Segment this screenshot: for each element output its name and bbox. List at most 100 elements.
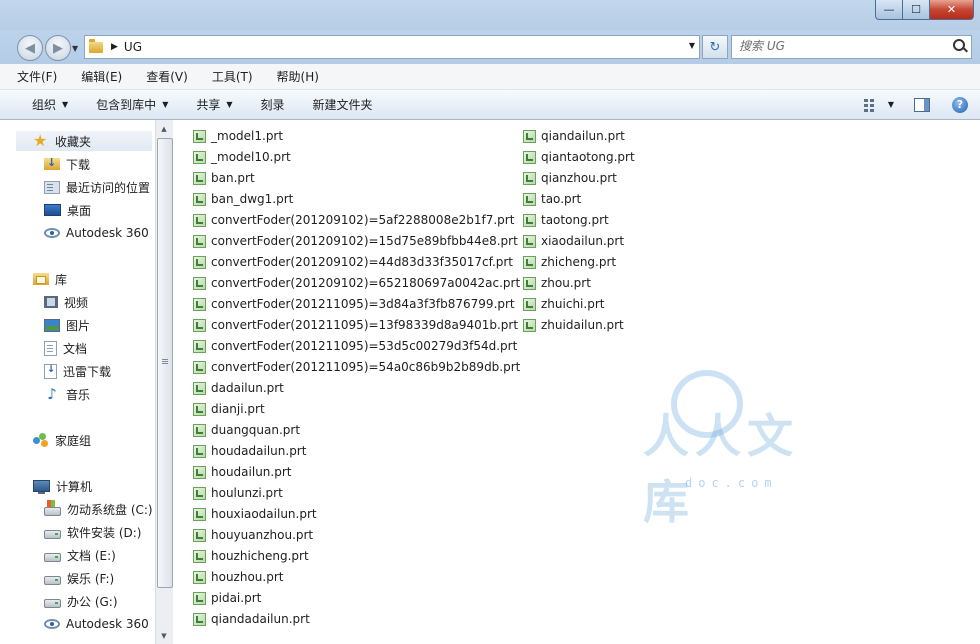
file-item[interactable]: houdailun.prt bbox=[193, 462, 291, 482]
sidebar-item-autodesk-360-2[interactable]: Autodesk 360 bbox=[44, 614, 149, 634]
file-item[interactable]: ban_dwg1.prt bbox=[193, 189, 293, 209]
preview-pane-icon[interactable] bbox=[914, 97, 930, 112]
sidebar-item-label: 软件安装 (D:) bbox=[67, 525, 142, 540]
file-item[interactable]: houyuanzhou.prt bbox=[193, 525, 313, 545]
scroll-up-icon[interactable]: ▲ bbox=[156, 120, 172, 137]
recent-pages-dropdown[interactable]: ▼ bbox=[72, 44, 78, 53]
file-item[interactable]: pidai.prt bbox=[193, 588, 261, 608]
file-item[interactable]: houzhou.prt bbox=[193, 567, 283, 587]
refresh-button[interactable]: ↻ bbox=[702, 35, 728, 59]
file-item[interactable]: tao.prt bbox=[523, 189, 581, 209]
file-item[interactable]: convertFoder(201211095)=3d84a3f3fb876799… bbox=[193, 294, 515, 314]
sidebar-item-libraries[interactable]: 库 bbox=[33, 269, 67, 289]
sidebar-item-downloads[interactable]: 下载 bbox=[44, 154, 90, 174]
maximize-button[interactable]: ☐ bbox=[903, 0, 930, 20]
file-item[interactable]: qiantaotong.prt bbox=[523, 147, 635, 167]
file-name: houdadailun.prt bbox=[211, 444, 307, 458]
menu-tools[interactable]: 工具(T) bbox=[212, 68, 260, 85]
file-item[interactable]: houdadailun.prt bbox=[193, 441, 306, 461]
file-item[interactable]: zhou.prt bbox=[523, 273, 591, 293]
sidebar-item-thunder-downloads[interactable]: 迅雷下载 bbox=[44, 361, 111, 381]
star-icon: ★ bbox=[33, 131, 48, 150]
file-item[interactable]: duangquan.prt bbox=[193, 420, 300, 440]
sidebar-item-favorites[interactable]: ★ 收藏夹 bbox=[16, 131, 152, 151]
sidebar-item-drive-g[interactable]: 办公 (G:) bbox=[44, 591, 118, 611]
file-item[interactable]: taotong.prt bbox=[523, 210, 609, 230]
file-item[interactable]: qiandailun.prt bbox=[523, 126, 625, 146]
sidebar-item-recent-places[interactable]: 最近访问的位置 bbox=[44, 177, 150, 197]
file-item[interactable]: convertFoder(201211095)=53d5c00279d3f54d… bbox=[193, 336, 517, 356]
file-item[interactable]: ban.prt bbox=[193, 168, 255, 188]
sidebar-item-autodesk-360[interactable]: Autodesk 360 bbox=[44, 223, 149, 243]
sidebar-item-computer[interactable]: 计算机 bbox=[33, 476, 92, 496]
search-box[interactable] bbox=[731, 35, 972, 59]
file-item[interactable]: dadailun.prt bbox=[193, 378, 284, 398]
address-bar[interactable]: ▶ UG ▼ bbox=[84, 35, 700, 59]
search-input[interactable] bbox=[732, 36, 939, 56]
file-item[interactable]: convertFoder(201211095)=54a0c86b9b2b89db… bbox=[193, 357, 520, 377]
file-item[interactable]: _model1.prt bbox=[193, 126, 283, 146]
breadcrumb-ug[interactable]: UG bbox=[124, 40, 142, 54]
sidebar-item-documents[interactable]: 文档 bbox=[44, 338, 87, 358]
sidebar-item-pictures[interactable]: 图片 bbox=[44, 315, 90, 335]
file-item[interactable]: _model10.prt bbox=[193, 147, 291, 167]
help-icon[interactable]: ? bbox=[952, 96, 968, 113]
file-item[interactable]: dianji.prt bbox=[193, 399, 265, 419]
organize-button[interactable]: 组织 ▼ bbox=[32, 96, 68, 113]
address-dropdown-icon[interactable]: ▼ bbox=[689, 41, 695, 50]
scrollbar-thumb[interactable] bbox=[157, 138, 173, 588]
sidebar-item-label: 收藏夹 bbox=[55, 134, 92, 149]
file-item[interactable]: xiaodailun.prt bbox=[523, 231, 624, 251]
minimize-button[interactable]: — bbox=[875, 0, 903, 20]
menu-edit[interactable]: 编辑(E) bbox=[81, 68, 129, 85]
menu-help[interactable]: 帮助(H) bbox=[277, 68, 326, 85]
sidebar-item-drive-f[interactable]: 娱乐 (F:) bbox=[44, 568, 114, 588]
file-item[interactable]: houxiaodailun.prt bbox=[193, 504, 317, 524]
sidebar-item-desktop[interactable]: 桌面 bbox=[44, 200, 91, 220]
file-item[interactable]: zhuichi.prt bbox=[523, 294, 604, 314]
file-item[interactable]: qiandadailun.prt bbox=[193, 609, 310, 629]
prt-file-icon bbox=[523, 297, 536, 311]
sidebar-item-label: 办公 (G:) bbox=[67, 594, 118, 609]
file-name: convertFoder(201209102)=44d83d33f35017cf… bbox=[211, 255, 514, 269]
sidebar-item-drive-c[interactable]: 勿动系统盘 (C:) bbox=[44, 499, 153, 519]
computer-icon bbox=[33, 480, 50, 494]
file-item[interactable]: zhuidailun.prt bbox=[523, 315, 624, 335]
menu-view[interactable]: 查看(V) bbox=[146, 68, 195, 85]
new-folder-button[interactable]: 新建文件夹 bbox=[313, 96, 373, 113]
file-item[interactable]: zhicheng.prt bbox=[523, 252, 616, 272]
sidebar-item-videos[interactable]: 视频 bbox=[44, 292, 88, 312]
file-name: houdailun.prt bbox=[211, 465, 292, 479]
prt-file-icon bbox=[193, 549, 206, 563]
file-item[interactable]: houlunzi.prt bbox=[193, 483, 283, 503]
sidebar-item-homegroup[interactable]: 家庭组 bbox=[33, 430, 91, 450]
file-item[interactable]: convertFoder(201209102)=652180697a0042ac… bbox=[193, 273, 520, 293]
file-item[interactable]: qianzhou.prt bbox=[523, 168, 617, 188]
prt-file-icon bbox=[193, 129, 206, 143]
burn-label: 刻录 bbox=[260, 98, 285, 112]
sidebar-item-label: 下载 bbox=[66, 157, 91, 172]
file-item[interactable]: houzhicheng.prt bbox=[193, 546, 309, 566]
forward-button[interactable]: ▶ bbox=[45, 35, 71, 61]
include-in-library-button[interactable]: 包含到库中 ▼ bbox=[96, 96, 168, 113]
menu-file[interactable]: 文件(F) bbox=[17, 68, 64, 85]
scroll-down-icon[interactable]: ▼ bbox=[156, 627, 172, 644]
sidebar-item-music[interactable]: ♪ 音乐 bbox=[44, 384, 90, 404]
burn-button[interactable]: 刻录 bbox=[261, 96, 285, 113]
view-options-dropdown-icon[interactable]: ▼ bbox=[888, 100, 894, 109]
sidebar-item-drive-e[interactable]: 文档 (E:) bbox=[44, 545, 116, 565]
change-view-icon[interactable] bbox=[863, 98, 880, 112]
search-icon[interactable] bbox=[953, 39, 965, 51]
breadcrumb-separator-icon[interactable]: ▶ bbox=[111, 42, 118, 52]
downloads-folder-icon bbox=[44, 156, 60, 170]
close-button[interactable]: ✕ bbox=[930, 0, 974, 20]
file-item[interactable]: convertFoder(201209102)=5af2288008e2b1f7… bbox=[193, 210, 514, 230]
file-item[interactable]: convertFoder(201211095)=13f98339d8a9401b… bbox=[193, 315, 518, 335]
back-button[interactable]: ◀ bbox=[17, 35, 43, 61]
sidebar-item-drive-d[interactable]: 软件安装 (D:) bbox=[44, 522, 141, 542]
navigation-scrollbar[interactable]: ▲ ▼ bbox=[155, 120, 173, 644]
share-button[interactable]: 共享 ▼ bbox=[196, 96, 232, 113]
file-item[interactable]: convertFoder(201209102)=15d75e89bfbb44e8… bbox=[193, 231, 518, 251]
file-item[interactable]: convertFoder(201209102)=44d83d33f35017cf… bbox=[193, 252, 513, 272]
file-name: zhuichi.prt bbox=[541, 297, 605, 311]
